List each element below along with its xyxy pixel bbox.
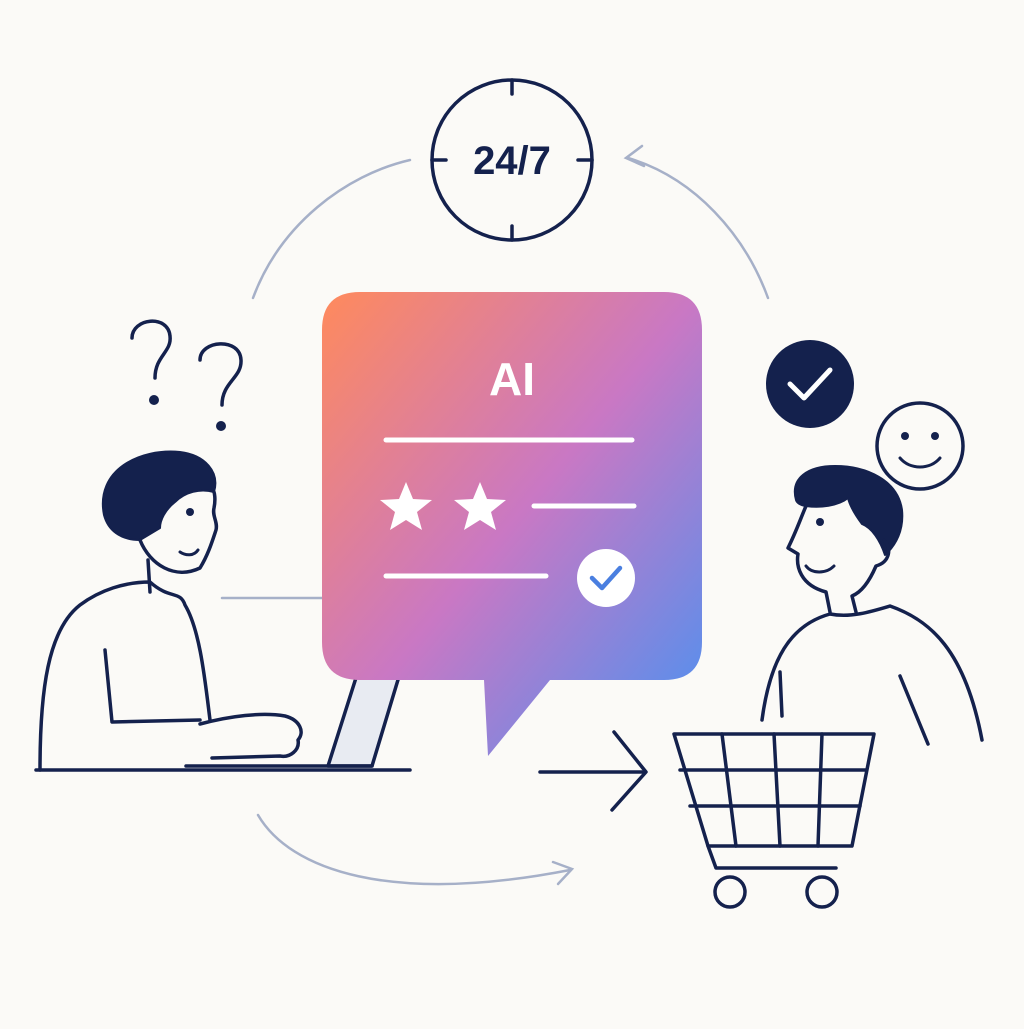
shopper-mouth <box>804 564 836 574</box>
customer-hair <box>101 450 217 541</box>
clock-icon: 24/7 <box>430 78 594 242</box>
flow-arc-top-right <box>626 156 770 300</box>
shopper-eye <box>816 518 824 526</box>
question-mark-icon <box>198 342 243 431</box>
customer-neck <box>146 558 152 594</box>
customer-mouth <box>178 548 200 557</box>
customer-hand <box>198 712 303 760</box>
smiley-icon <box>875 401 965 491</box>
customer-eye <box>186 508 194 516</box>
customer-arm <box>103 648 202 724</box>
shopper-body <box>760 604 984 742</box>
shopper-arm-left <box>778 670 784 718</box>
flow-arc-top-left <box>251 158 412 300</box>
happy-shopper <box>760 465 984 746</box>
question-mark-icon <box>130 319 172 405</box>
flow-arc-bottom <box>256 813 572 886</box>
check-circle-icon <box>766 340 854 428</box>
arrow-right-icon <box>538 730 648 812</box>
illustration-canvas: 24/7 AI <box>34 78 984 909</box>
question-marks <box>130 319 243 431</box>
shopping-cart-icon <box>672 732 876 909</box>
illustration: 24/7 AI <box>0 0 1024 1024</box>
shopper-arm-right <box>898 674 930 746</box>
chat-bubble-title: AI <box>489 353 535 405</box>
check-circle-icon <box>577 549 635 607</box>
customer-body <box>38 580 212 772</box>
clock-label: 24/7 <box>473 139 551 183</box>
